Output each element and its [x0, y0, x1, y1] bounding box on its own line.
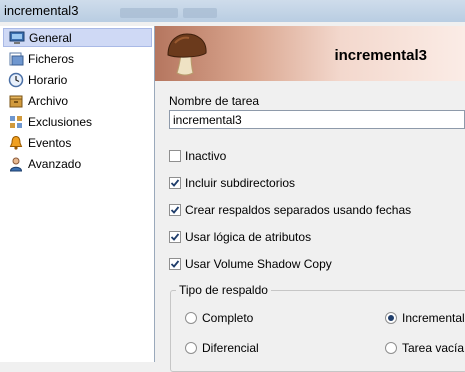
- sidebar-item-label: Eventos: [28, 135, 72, 150]
- title-bar[interactable]: incremental3: [0, 0, 465, 22]
- menu-ghost-1: [120, 8, 178, 18]
- sidebar-item-horario[interactable]: Horario: [3, 70, 152, 89]
- sidebar-item-label: General: [29, 30, 72, 45]
- clock-icon: [8, 72, 24, 88]
- sidebar-item-ficheros[interactable]: Ficheros: [3, 49, 152, 68]
- checkbox-box[interactable]: [169, 150, 181, 162]
- checkmark-icon: [170, 179, 180, 187]
- window-title: incremental3: [4, 3, 79, 18]
- checkmark-icon: [170, 206, 180, 214]
- sidebar-item-label: Archivo: [28, 93, 69, 108]
- task-name-label: Nombre de tarea: [169, 94, 260, 108]
- checkbox-box[interactable]: [169, 231, 181, 243]
- checkmark-icon: [170, 260, 180, 268]
- sidebar-item-general[interactable]: General: [3, 28, 152, 47]
- sidebar-item-label: Ficheros: [28, 51, 75, 66]
- advanced-icon: [8, 156, 24, 172]
- menu-ghost-2: [183, 8, 217, 18]
- checkbox-label: Crear respaldos separados usando fechas: [185, 203, 412, 217]
- radio-label: Incremental: [402, 311, 465, 325]
- radio-label: Completo: [202, 311, 254, 325]
- sidebar: General Ficheros Horario Archivo Exclusi…: [0, 26, 155, 362]
- sidebar-item-eventos[interactable]: Eventos: [3, 133, 152, 152]
- general-panel: incremental3 Nombre de tarea Inactivo In…: [155, 26, 465, 372]
- archive-icon: [8, 93, 24, 109]
- checkmark-icon: [170, 233, 180, 241]
- sidebar-item-label: Avanzado: [28, 156, 82, 171]
- shadow-copy-checkbox[interactable]: Usar Volume Shadow Copy: [169, 256, 332, 272]
- radio-tarea-vacia[interactable]: Tarea vacía: [385, 340, 464, 356]
- banner-task-name: incremental3: [334, 47, 427, 64]
- checkbox-box[interactable]: [169, 204, 181, 216]
- mushroom-icon: [165, 31, 209, 80]
- backup-type-group: [170, 290, 465, 372]
- sidebar-item-label: Exclusiones: [28, 114, 93, 129]
- radio-button[interactable]: [385, 312, 397, 324]
- checkbox-label: Incluir subdirectorios: [185, 176, 296, 190]
- inactive-checkbox[interactable]: Inactivo: [169, 148, 226, 164]
- radio-label: Diferencial: [202, 341, 259, 355]
- checkbox-box[interactable]: [169, 258, 181, 270]
- checkbox-label: Inactivo: [185, 149, 227, 163]
- separate-backups-checkbox[interactable]: Crear respaldos separados usando fechas: [169, 202, 411, 218]
- computer-icon: [9, 30, 25, 46]
- checkbox-box[interactable]: [169, 177, 181, 189]
- radio-label: Tarea vacía: [402, 341, 465, 355]
- radio-dot: [388, 315, 394, 321]
- radio-button[interactable]: [185, 342, 197, 354]
- checkbox-label: Usar lógica de atributos: [185, 230, 312, 244]
- sidebar-item-exclusiones[interactable]: Exclusiones: [3, 112, 152, 131]
- header-banner: incremental3: [155, 26, 465, 81]
- radio-completo[interactable]: Completo: [185, 310, 253, 326]
- bell-icon: [8, 135, 24, 151]
- backup-type-title: Tipo de respaldo: [176, 283, 271, 297]
- folder-icon: [8, 51, 24, 67]
- radio-incremental[interactable]: Incremental: [385, 310, 465, 326]
- checkbox-label: Usar Volume Shadow Copy: [185, 257, 332, 271]
- sidebar-item-archivo[interactable]: Archivo: [3, 91, 152, 110]
- include-subdirs-checkbox[interactable]: Incluir subdirectorios: [169, 175, 295, 191]
- exclusions-icon: [8, 114, 24, 130]
- radio-diferencial[interactable]: Diferencial: [185, 340, 259, 356]
- task-name-input[interactable]: [169, 110, 465, 129]
- radio-button[interactable]: [185, 312, 197, 324]
- radio-button[interactable]: [385, 342, 397, 354]
- attribute-logic-checkbox[interactable]: Usar lógica de atributos: [169, 229, 311, 245]
- sidebar-item-label: Horario: [28, 72, 68, 87]
- sidebar-item-avanzado[interactable]: Avanzado: [3, 154, 152, 173]
